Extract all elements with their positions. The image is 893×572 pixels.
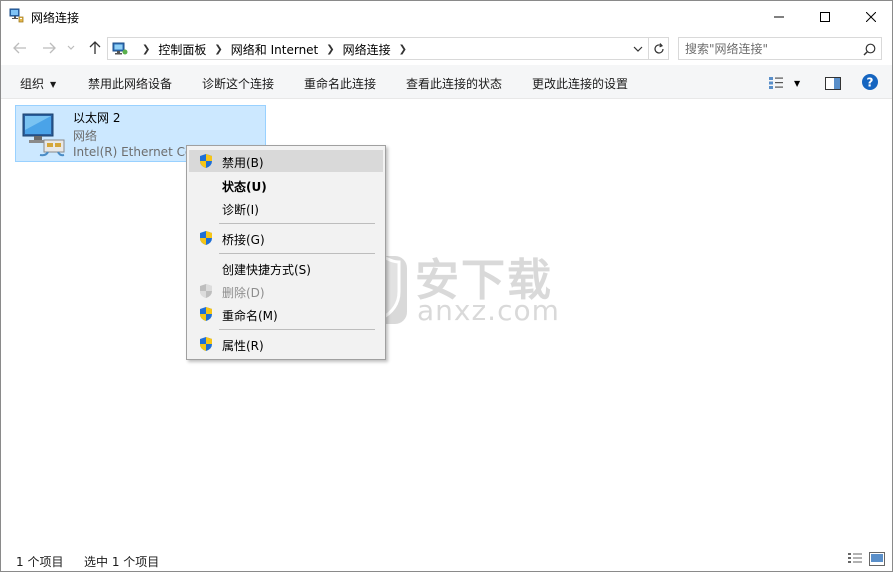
menu-item-label: 重命名(M) [222, 309, 278, 323]
search-box[interactable] [678, 37, 882, 60]
back-button[interactable] [10, 38, 30, 58]
item-count: 1 个项目 [16, 555, 64, 569]
menu-separator [219, 329, 375, 330]
menu-item-status[interactable]: 状态(U) [189, 174, 383, 196]
menu-item-label: 创建快捷方式(S) [222, 263, 311, 277]
menu-item-diagnose[interactable]: 诊断(I) [189, 197, 383, 219]
ethernet-adapter-icon [20, 110, 68, 158]
menu-item-label: 禁用(B) [222, 156, 264, 170]
help-button[interactable]: ? [861, 73, 879, 91]
details-view-icon[interactable] [847, 552, 863, 566]
items-view[interactable]: 以太网 2 网络 Intel(R) Ethernet Connection 安 … [1, 99, 892, 539]
address-bar[interactable]: ❯ 控制面板 ❯ 网络和 Internet ❯ 网络连接 ❯ [107, 37, 669, 60]
organize-label: 组织 [20, 77, 45, 91]
breadcrumb-control-panel[interactable]: 控制面板 [158, 41, 206, 58]
uac-shield-icon [198, 306, 214, 322]
title-bar: 网络连接 [1, 1, 892, 32]
uac-shield-icon [198, 336, 214, 352]
refresh-icon[interactable] [648, 38, 668, 59]
recent-locations-button[interactable] [64, 38, 78, 58]
menu-item-label: 状态(U) [222, 180, 267, 194]
network-connections-icon [9, 8, 25, 24]
svg-text:?: ? [867, 76, 874, 90]
organize-menu[interactable]: 组织 ▼ [20, 75, 56, 92]
menu-item-create-shortcut[interactable]: 创建快捷方式(S) [189, 257, 383, 279]
change-settings-button[interactable]: 更改此连接的设置 [532, 75, 628, 92]
menu-item-properties[interactable]: 属性(R) [189, 333, 383, 355]
disable-device-button[interactable]: 禁用此网络设备 [88, 75, 172, 92]
connection-name: 以太网 2 [73, 111, 121, 125]
uac-shield-icon [198, 230, 214, 246]
breadcrumb: ❯ 控制面板 ❯ 网络和 Internet ❯ 网络连接 ❯ [134, 41, 415, 58]
breadcrumb-network-internet[interactable]: 网络和 Internet [231, 41, 318, 58]
chevron-down-icon[interactable] [630, 41, 646, 57]
menu-separator [219, 253, 375, 254]
preview-pane-button[interactable] [823, 74, 843, 92]
close-button[interactable] [848, 1, 892, 32]
uac-shield-icon [198, 153, 214, 169]
connection-status: 网络 [73, 129, 98, 143]
change-view-button[interactable]: ▼ [768, 74, 808, 92]
maximize-button[interactable] [802, 1, 848, 32]
forward-button[interactable] [39, 38, 59, 58]
status-bar: 1 个项目 选中 1 个项目 [1, 547, 892, 571]
menu-item-label: 诊断(I) [222, 203, 259, 217]
watermark-text-en: anxz.com [417, 294, 560, 327]
caret-down-icon: ▼ [50, 80, 57, 89]
search-icon[interactable] [861, 41, 877, 57]
chevron-right-icon[interactable]: ❯ [214, 44, 222, 55]
menu-item-bridge[interactable]: 桥接(G) [189, 227, 383, 249]
details-view-icon [769, 77, 783, 89]
menu-item-disable[interactable]: 禁用(B) [189, 150, 383, 172]
chevron-right-icon[interactable]: ❯ [399, 44, 407, 55]
caret-down-icon: ▼ [794, 78, 801, 88]
address-row: ❯ 控制面板 ❯ 网络和 Internet ❯ 网络连接 ❯ [1, 32, 892, 64]
selected-count: 选中 1 个项目 [84, 555, 160, 569]
chevron-right-icon[interactable]: ❯ [142, 44, 150, 55]
menu-item-rename[interactable]: 重命名(M) [189, 303, 383, 325]
menu-item-label: 属性(R) [222, 339, 264, 353]
search-input[interactable] [685, 41, 855, 57]
diagnose-button[interactable]: 诊断这个连接 [202, 75, 274, 92]
rename-button[interactable]: 重命名此连接 [304, 75, 376, 92]
menu-separator [219, 223, 375, 224]
help-icon: ? [862, 74, 878, 90]
menu-item-label: 桥接(G) [222, 233, 265, 247]
explorer-window: 网络连接 ❯ 控制面板 ❯ 网络和 Internet ❯ 网络连接 ❯ 搜索"网… [0, 0, 893, 572]
menu-item-delete: 删除(D) [189, 280, 383, 302]
up-button[interactable] [85, 38, 105, 58]
large-icons-view-icon[interactable] [869, 552, 885, 566]
breadcrumb-network-connections[interactable]: 网络连接 [343, 41, 391, 58]
minimize-button[interactable] [756, 1, 802, 32]
uac-shield-icon [198, 283, 214, 299]
preview-pane-icon [825, 76, 841, 90]
view-status-button[interactable]: 查看此连接的状态 [406, 75, 502, 92]
chevron-right-icon[interactable]: ❯ [326, 44, 334, 55]
control-panel-icon [112, 41, 128, 57]
context-menu: 禁用(B) 状态(U) 诊断(I) 桥接(G) 创建快捷方式(S) 删除(D) [186, 145, 386, 360]
window-title: 网络连接 [31, 11, 80, 25]
command-bar: 组织 ▼ 禁用此网络设备 诊断这个连接 重命名此连接 查看此连接的状态 更改此连接… [1, 65, 892, 99]
menu-item-label: 删除(D) [222, 286, 265, 300]
